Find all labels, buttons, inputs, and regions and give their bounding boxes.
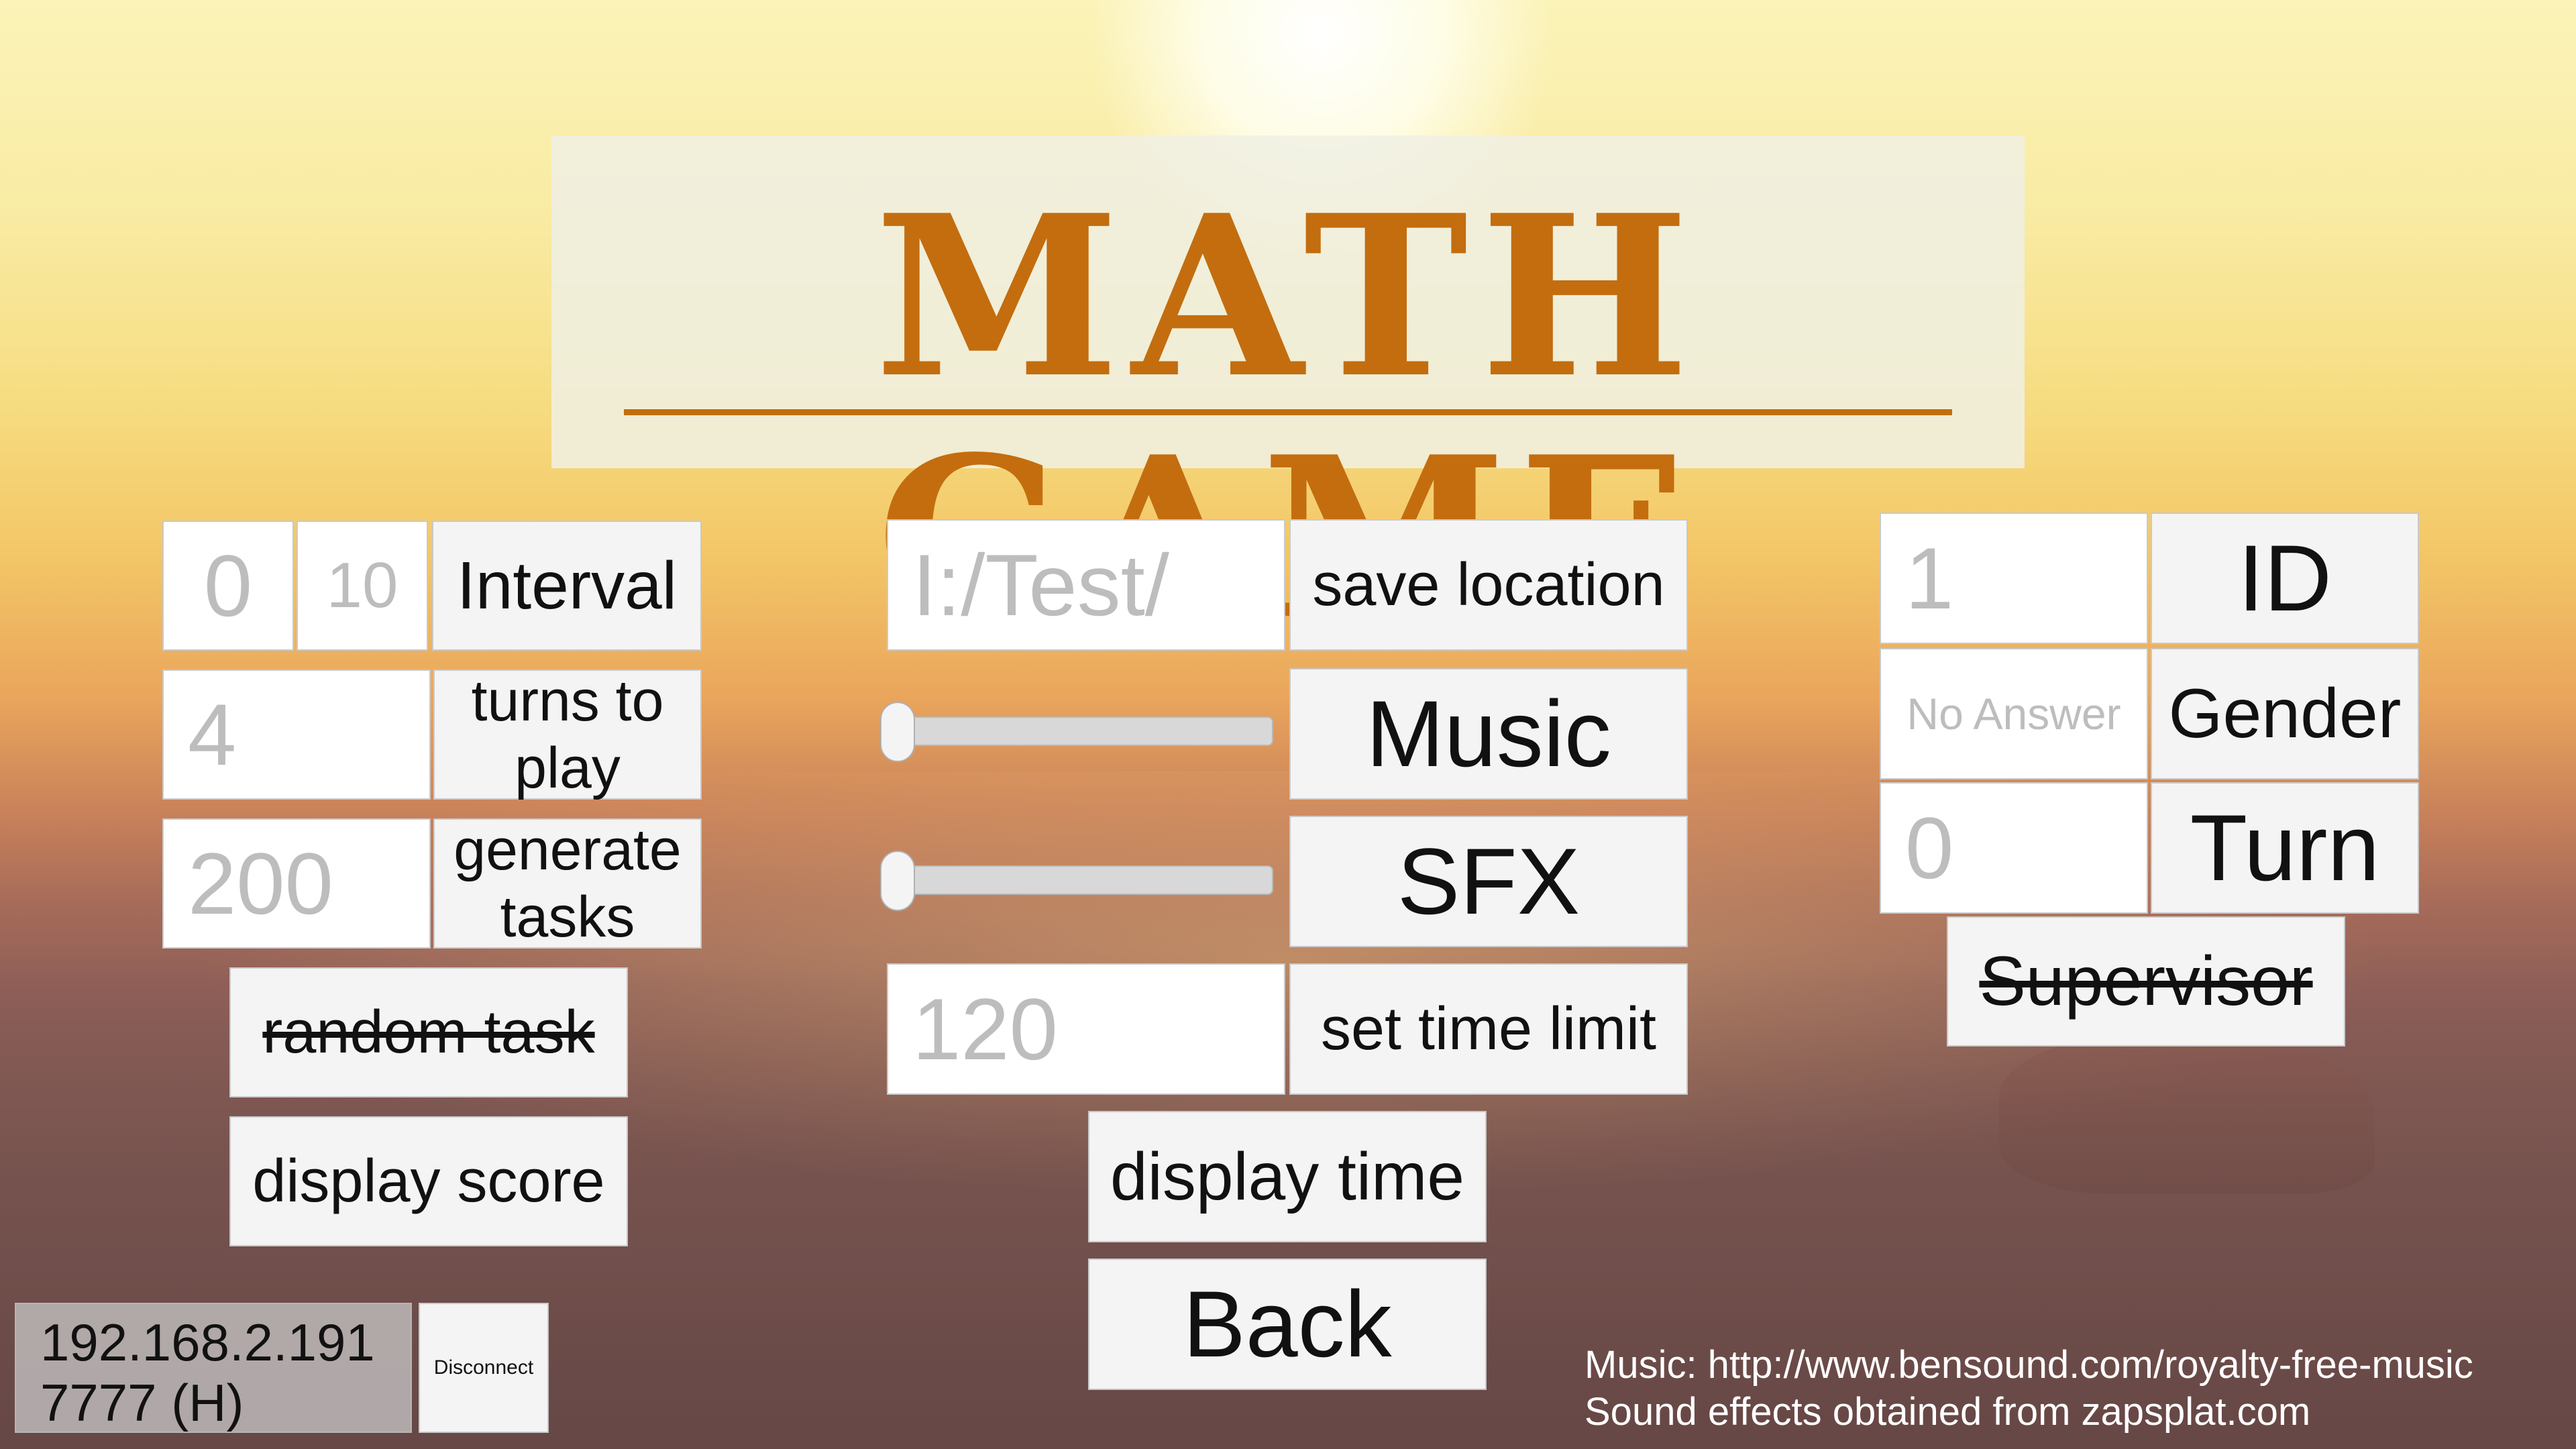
sfx-slider-handle[interactable] — [880, 851, 915, 911]
generate-tasks-button[interactable]: generate tasks — [433, 818, 702, 949]
turn-button[interactable]: Turn — [2151, 782, 2419, 914]
title-underline — [624, 409, 1952, 415]
back-button[interactable]: Back — [1088, 1258, 1487, 1390]
network-info: 192.168.2.191 7777 (H) — [15, 1303, 412, 1433]
tasks-input[interactable]: 200 — [162, 818, 431, 949]
gender-button[interactable]: Gender — [2151, 648, 2419, 780]
music-credit: Music: http://www.bensound.com/royalty-f… — [1585, 1343, 2473, 1387]
port-number: 7777 (H) — [40, 1373, 244, 1432]
title-panel: MATH GAME — [551, 136, 2025, 659]
desert-rock — [1999, 1033, 2375, 1194]
time-limit-input[interactable]: 120 — [887, 963, 1285, 1095]
interval-min-input[interactable]: 0 — [162, 521, 294, 651]
save-path-input[interactable]: I:/Test/ — [887, 519, 1285, 651]
turns-input[interactable]: 4 — [162, 669, 431, 800]
music-slider-track[interactable] — [885, 716, 1273, 746]
turns-to-play-button[interactable]: turns to play — [433, 669, 702, 800]
disconnect-button[interactable]: Disconnect — [419, 1303, 549, 1433]
supervisor-button[interactable]: Supervisor — [1947, 916, 2345, 1046]
id-input[interactable]: 1 — [1880, 513, 2148, 644]
music-slider-handle[interactable] — [880, 702, 915, 762]
id-button[interactable]: ID — [2151, 513, 2419, 644]
sfx-button[interactable]: SFX — [1289, 816, 1688, 947]
sfx-slider-track[interactable] — [885, 865, 1273, 895]
display-score-button[interactable]: display score — [229, 1116, 628, 1246]
display-time-button[interactable]: display time — [1088, 1111, 1487, 1242]
turn-input[interactable]: 0 — [1880, 782, 2148, 914]
interval-max-input[interactable]: 10 — [297, 521, 428, 651]
set-time-limit-button[interactable]: set time limit — [1289, 963, 1688, 1095]
credits: Music: http://www.bensound.com/royalty-f… — [1585, 1342, 2473, 1436]
game-title: MATH GAME — [874, 166, 1702, 668]
ip-address: 192.168.2.191 — [40, 1313, 375, 1372]
gender-input[interactable]: No Answer — [1880, 648, 2148, 780]
music-button[interactable]: Music — [1289, 668, 1688, 800]
sfx-credit: Sound effects obtained from zapsplat.com — [1585, 1390, 2311, 1434]
save-location-button[interactable]: save location — [1289, 519, 1688, 651]
interval-button[interactable]: Interval — [432, 521, 702, 651]
random-task-button[interactable]: random task — [229, 967, 628, 1097]
